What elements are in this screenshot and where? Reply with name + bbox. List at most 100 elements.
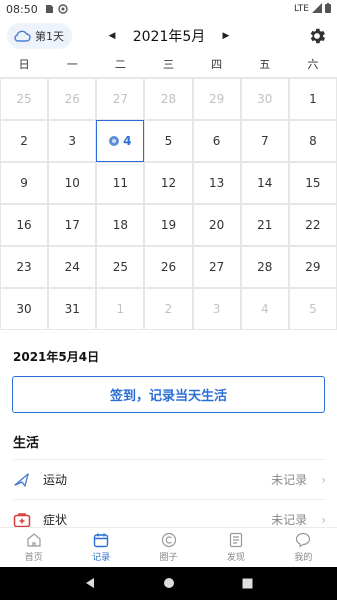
calendar-day-number: 9 — [20, 176, 28, 190]
weekday-label: 一 — [66, 58, 78, 71]
tab-label: 发现 — [226, 553, 245, 563]
calendar-day-number: 6 — [212, 134, 221, 148]
calendar-day[interactable]: 3 — [192, 288, 241, 330]
calendar-day[interactable]: 1 — [96, 288, 145, 330]
calendar-day-number: 28 — [160, 92, 177, 106]
calendar-day[interactable]: 20 — [192, 204, 241, 246]
calendar-day[interactable]: 2 — [144, 288, 193, 330]
network-label: LTE — [294, 4, 309, 14]
calendar-day[interactable]: 30 — [240, 78, 289, 120]
home-circle-icon[interactable] — [163, 574, 175, 593]
tab-label: 圈子 — [159, 553, 178, 563]
calendar-day-number: 10 — [64, 176, 80, 190]
back-triangle-icon[interactable] — [84, 574, 96, 593]
calendar-day[interactable]: 28 — [240, 246, 289, 288]
calendar-day-number: 14 — [257, 176, 273, 190]
calendar-day[interactable]: 22 — [288, 204, 337, 246]
calendar-icon — [93, 533, 109, 548]
calendar-day[interactable]: 27 — [192, 246, 241, 288]
sd-card-icon — [44, 4, 54, 14]
calendar-day-number: 28 — [257, 260, 273, 274]
day-count-label: 第1天 — [35, 30, 64, 43]
calendar-day[interactable]: 1 — [288, 78, 337, 120]
recents-square-icon[interactable] — [242, 574, 253, 593]
list-item-exercise[interactable]: 运动 未记录 › — [13, 459, 326, 499]
calendar-day[interactable]: 25 — [0, 78, 49, 120]
calendar-day[interactable]: 17 — [48, 204, 97, 246]
calendar-day-number: 21 — [257, 218, 273, 232]
calendar-day[interactable]: 2 — [0, 120, 49, 162]
calendar-day[interactable]: 8 — [288, 120, 337, 162]
cloud-icon — [14, 30, 31, 42]
sync-icon — [58, 4, 68, 14]
calendar-day[interactable]: 28 — [144, 78, 193, 120]
calendar-day[interactable]: 12 — [144, 162, 193, 204]
calendar-day[interactable]: 27 — [96, 78, 145, 120]
calendar-day[interactable]: 26 — [48, 78, 97, 120]
calendar-day[interactable]: 10 — [48, 162, 97, 204]
signal-icon — [312, 2, 322, 16]
calendar-day-number: 18 — [112, 218, 128, 232]
tab-label: 我的 — [294, 553, 313, 563]
circle-c-icon — [161, 532, 176, 548]
calendar-day-number: 15 — [305, 176, 321, 190]
home-icon — [27, 533, 41, 547]
tab-profile[interactable]: 我的 — [270, 528, 337, 567]
chat-bubble-icon — [296, 532, 311, 548]
calendar-day[interactable]: 23 — [0, 246, 49, 288]
calendar-day[interactable]: 30 — [0, 288, 49, 330]
calendar-day[interactable]: 14 — [240, 162, 289, 204]
tab-home[interactable]: 首页 — [0, 528, 67, 567]
weekday-label: 四 — [211, 58, 223, 71]
calendar-day[interactable]: 15 — [288, 162, 337, 204]
calendar-day[interactable]: 16 — [0, 204, 49, 246]
calendar-day[interactable]: 18 — [96, 204, 145, 246]
calendar-day[interactable]: 11 — [96, 162, 145, 204]
life-section-title: 生活 — [13, 436, 40, 451]
selected-date-heading: 2021年5月4日 — [13, 350, 100, 364]
status-bar: 08:50 LTE — [0, 0, 337, 18]
tab-discover[interactable]: 发现 — [202, 528, 269, 567]
calendar-day[interactable]: 21 — [240, 204, 289, 246]
calendar-day-number: 8 — [309, 134, 317, 148]
calendar-day[interactable]: 25 — [96, 246, 145, 288]
calendar-day[interactable]: 6 — [192, 120, 241, 162]
calendar-day-number: 2 — [20, 134, 28, 148]
calendar-day[interactable]: 13 — [192, 162, 241, 204]
day-count-chip[interactable]: 第1天 — [7, 23, 72, 49]
calendar-day[interactable]: 29 — [288, 246, 337, 288]
calendar-day[interactable]: 3 — [48, 120, 97, 162]
tab-records[interactable]: 记录 — [67, 528, 134, 567]
weekday-label: 五 — [259, 58, 271, 71]
calendar-day-number: 7 — [260, 134, 269, 148]
calendar-day-selected[interactable]: 4 — [96, 120, 145, 162]
calendar-day-number: 3 — [68, 134, 77, 148]
checkin-button[interactable]: 签到，记录当天生活 — [12, 376, 325, 413]
calendar-day-number: 2 — [164, 302, 173, 316]
calendar-day[interactable]: 29 — [192, 78, 241, 120]
tab-label: 记录 — [92, 553, 111, 563]
prev-month-button[interactable]: ◀ — [106, 31, 118, 41]
month-title[interactable]: 2021年5月 — [133, 26, 206, 46]
tab-circle[interactable]: 圈子 — [135, 528, 202, 567]
month-navigator: ◀ 2021年5月 ▶ — [106, 20, 232, 52]
calendar-day[interactable]: 24 — [48, 246, 97, 288]
calendar-day[interactable]: 7 — [240, 120, 289, 162]
calendar-day-number: 16 — [16, 218, 32, 232]
status-right: LTE — [294, 2, 331, 16]
day-marker-icon — [109, 136, 120, 146]
calendar-day[interactable]: 9 — [0, 162, 49, 204]
calendar-day-number: 3 — [212, 302, 221, 316]
weekday-label: 日 — [18, 58, 30, 71]
bottom-tab-bar: 首页 记录 圈子 发现 我的 — [0, 527, 337, 567]
calendar-day[interactable]: 5 — [144, 120, 193, 162]
calendar-day[interactable]: 26 — [144, 246, 193, 288]
calendar-day[interactable]: 31 — [48, 288, 97, 330]
calendar-day[interactable]: 5 — [288, 288, 337, 330]
next-month-button[interactable]: ▶ — [220, 31, 232, 41]
weekday-label: 二 — [114, 58, 126, 71]
settings-gear-icon[interactable] — [307, 26, 327, 46]
calendar-day[interactable]: 4 — [240, 288, 289, 330]
calendar-day-number: 23 — [16, 260, 32, 274]
calendar-day[interactable]: 19 — [144, 204, 193, 246]
